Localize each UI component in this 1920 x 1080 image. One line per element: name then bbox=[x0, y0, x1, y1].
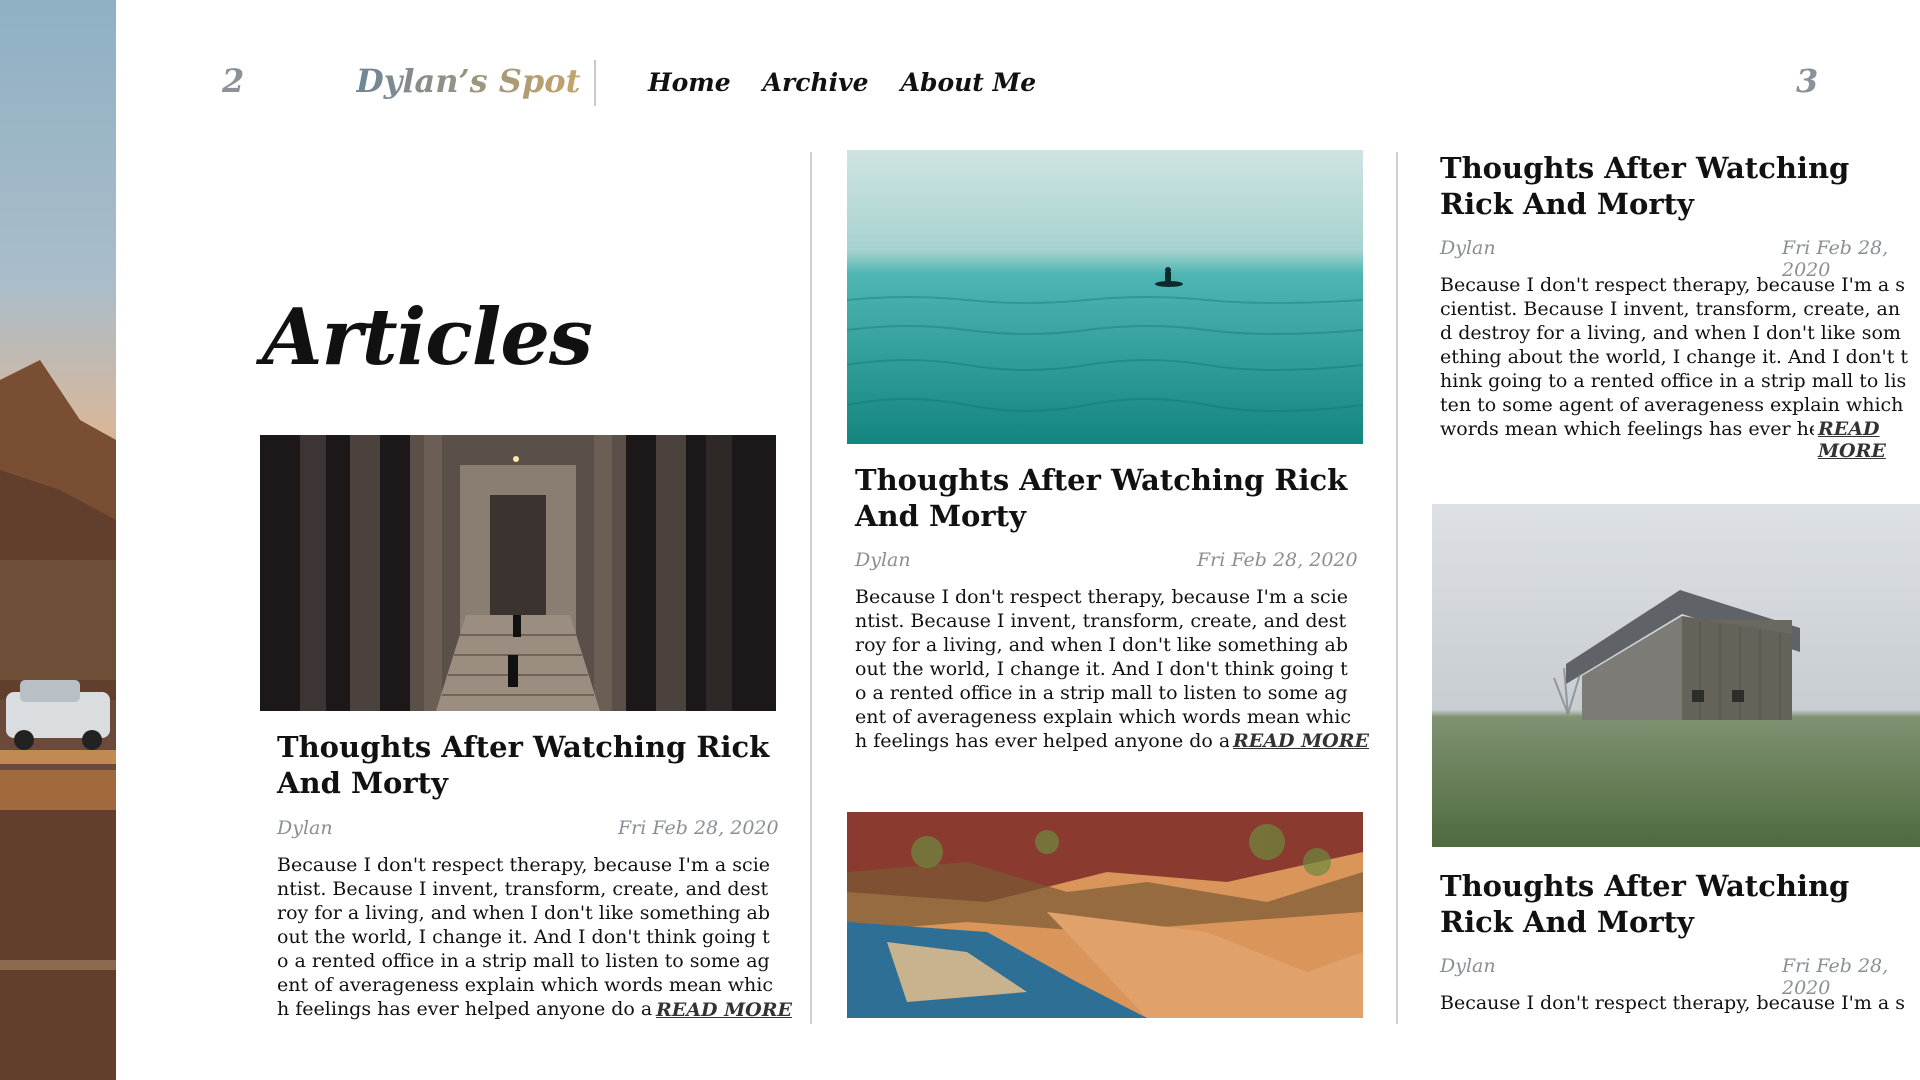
article-excerpt: Because I don't respect therapy, because… bbox=[1440, 992, 1906, 1014]
article-card[interactable] bbox=[847, 812, 1387, 1018]
article-excerpt: Because I don't respect therapy, because… bbox=[1440, 274, 1909, 440]
page-title: Articles bbox=[262, 292, 593, 383]
nav-archive[interactable]: Archive bbox=[763, 68, 869, 97]
article-title[interactable]: Thoughts After Watching Rick And Morty bbox=[855, 462, 1355, 534]
article-card[interactable]: Thoughts After Watching Rick And Morty D… bbox=[1432, 504, 1920, 1024]
article-title[interactable]: Thoughts After Watching Rick And Morty bbox=[1440, 150, 1910, 222]
article-image-courthouse[interactable] bbox=[260, 435, 776, 711]
page-number-prev[interactable]: 2 bbox=[222, 62, 244, 100]
article-title[interactable]: Thoughts After Watching Rick And Morty bbox=[277, 729, 777, 801]
article-author: Dylan bbox=[277, 817, 333, 839]
nav-home[interactable]: Home bbox=[648, 68, 731, 97]
read-more-link[interactable]: READ MORE bbox=[1814, 418, 1920, 462]
article-excerpt: Because I don't respect therapy, because… bbox=[855, 586, 1352, 752]
header-divider bbox=[594, 60, 596, 106]
article-author: Dylan bbox=[1440, 955, 1496, 977]
article-card[interactable]: Thoughts After Watching Rick And Morty D… bbox=[260, 435, 800, 1025]
article-card[interactable]: Thoughts After Watching Rick And Morty D… bbox=[1432, 150, 1920, 462]
main-nav: Home Archive About Me bbox=[648, 68, 1036, 97]
article-date: Fri Feb 28, 2020 bbox=[618, 817, 779, 839]
nav-about-me[interactable]: About Me bbox=[901, 68, 1037, 97]
article-card[interactable]: Thoughts After Watching Rick And Morty D… bbox=[847, 150, 1387, 770]
read-more-link[interactable]: READ MORE bbox=[1229, 730, 1369, 752]
site-logo[interactable]: Dylan’s Spot bbox=[356, 62, 580, 100]
article-image-cliffs[interactable] bbox=[847, 812, 1363, 1018]
article-date: Fri Feb 28, 2020 bbox=[1197, 549, 1358, 571]
page-number-next[interactable]: 3 bbox=[1796, 62, 1818, 100]
left-landscape-photo bbox=[0, 0, 116, 1080]
article-image-sea[interactable] bbox=[847, 150, 1363, 444]
article-author: Dylan bbox=[855, 549, 911, 571]
article-author: Dylan bbox=[1440, 237, 1496, 259]
read-more-link[interactable]: READ MORE bbox=[652, 999, 792, 1021]
article-title[interactable]: Thoughts After Watching Rick And Morty bbox=[1440, 868, 1910, 940]
article-image-barn[interactable] bbox=[1432, 504, 1920, 847]
article-excerpt: Because I don't respect therapy, because… bbox=[277, 854, 774, 1020]
column-divider bbox=[1396, 152, 1398, 1024]
column-divider bbox=[810, 152, 812, 1024]
